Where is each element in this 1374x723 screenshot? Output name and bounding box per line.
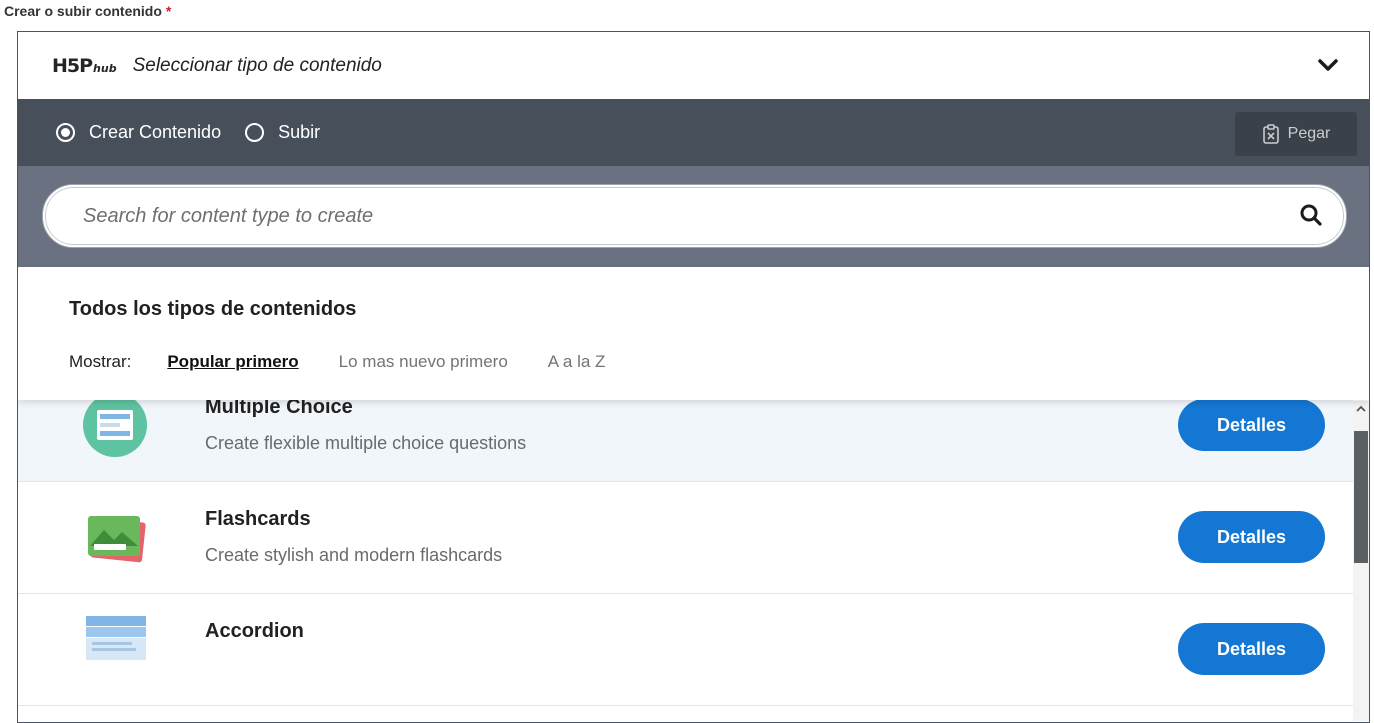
radio-selected-icon[interactable] <box>56 123 75 142</box>
tab-create-label: Crear Contenido <box>89 122 222 142</box>
scroll-up-icon[interactable] <box>1353 401 1369 417</box>
accordion-icon <box>86 616 146 660</box>
details-button[interactable]: Detalles <box>1178 623 1325 675</box>
paste-label: Pegar <box>1287 125 1331 142</box>
list-item[interactable]: Flashcards Create stylish and modern fla… <box>18 482 1353 594</box>
sort-newest[interactable]: Lo mas nuevo primero <box>339 352 508 372</box>
content-types-heading: Todos los tipos de contenidos <box>69 298 357 320</box>
tab-upload-label: Subir <box>278 122 321 142</box>
scrollbar[interactable] <box>1353 401 1369 721</box>
tab-create-content[interactable]: Crear Contenido <box>56 122 221 143</box>
flashcards-icon <box>88 516 146 563</box>
tab-bar: Crear Contenido Subir Pegar <box>18 99 1369 166</box>
sort-options: Mostrar: Popular primero Lo mas nuevo pr… <box>69 352 645 372</box>
search-input[interactable] <box>81 203 1265 229</box>
item-title: Flashcards <box>205 508 311 530</box>
h5p-logo: H5Phub <box>52 55 117 77</box>
hub-header[interactable]: H5Phub Seleccionar tipo de contenido <box>18 32 1369 99</box>
logo-text: H5P <box>52 54 93 77</box>
details-button[interactable]: Detalles <box>1178 399 1325 451</box>
item-title: Accordion <box>205 620 304 642</box>
field-label-text: Crear o subir contenido <box>4 3 162 19</box>
scroll-thumb[interactable] <box>1354 431 1368 563</box>
content-type-list: Multiple Choice Create flexible multiple… <box>18 370 1353 706</box>
logo-sub: hub <box>93 61 117 75</box>
details-button[interactable]: Detalles <box>1178 511 1325 563</box>
list-item[interactable]: Accordion Detalles <box>18 594 1353 706</box>
tab-upload[interactable]: Subir <box>245 122 320 143</box>
item-description: Create stylish and modern flashcards <box>205 545 503 565</box>
search-box[interactable] <box>43 185 1346 247</box>
paste-button[interactable]: Pegar <box>1235 112 1357 156</box>
radio-unselected-icon[interactable] <box>245 123 265 142</box>
multiple-choice-icon <box>83 393 147 457</box>
chevron-down-icon[interactable] <box>1317 54 1339 76</box>
sort-popular[interactable]: Popular primero <box>167 352 298 372</box>
item-description: Create flexible multiple choice question… <box>205 433 527 453</box>
hub-title: Seleccionar tipo de contenido <box>132 54 382 76</box>
clipboard-icon <box>1262 124 1279 144</box>
field-label: Crear o subir contenido * <box>4 3 171 19</box>
show-label: Mostrar: <box>69 352 132 371</box>
search-band <box>18 166 1369 267</box>
sort-a-z[interactable]: A a la Z <box>548 352 606 372</box>
search-icon[interactable] <box>1300 204 1322 226</box>
required-mark: * <box>165 3 172 19</box>
content-types-panel: Todos los tipos de contenidos Mostrar: P… <box>18 267 1369 400</box>
